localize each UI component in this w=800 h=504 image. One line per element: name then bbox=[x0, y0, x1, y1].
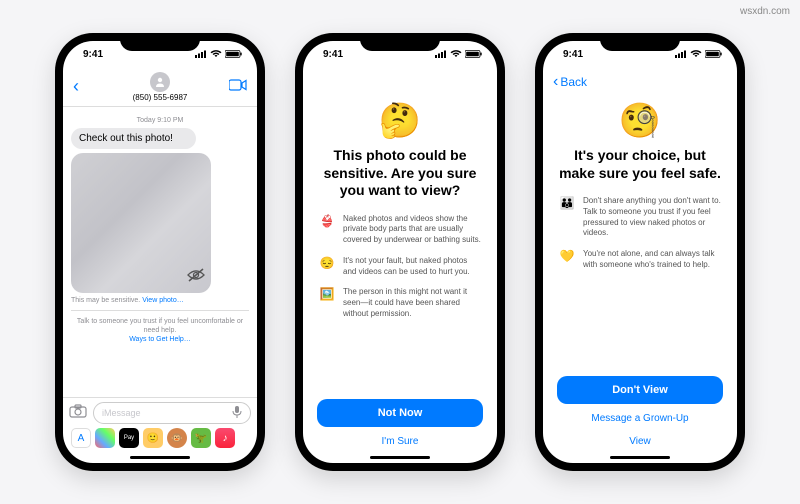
bullet-emoji-icon: 👪 bbox=[559, 196, 575, 239]
status-indicators bbox=[195, 50, 243, 58]
bullet-emoji-icon: 💛 bbox=[559, 249, 575, 271]
battery-icon bbox=[225, 50, 243, 58]
bullet-item: 🖼️ The person in this might not want it … bbox=[319, 287, 481, 319]
bullet-text: The person in this might not want it see… bbox=[343, 287, 481, 319]
cellular-icon bbox=[195, 50, 207, 58]
dock-sticker-2-icon[interactable]: 🦖 bbox=[191, 428, 211, 448]
camera-icon[interactable] bbox=[69, 404, 87, 423]
hero-emoji-icon: 🤔 bbox=[379, 101, 421, 141]
help-link[interactable]: Ways to Get Help… bbox=[129, 336, 191, 343]
blurred-photo[interactable] bbox=[71, 153, 211, 293]
bullet-emoji-icon: 😔 bbox=[319, 256, 335, 278]
bullet-emoji-icon: 👙 bbox=[319, 214, 335, 246]
sheet-body: 🤔 This photo could be sensitive. Are you… bbox=[303, 97, 497, 391]
back-button[interactable]: Back bbox=[560, 75, 587, 89]
phone-warning-1: 9:41 🤔 This photo could be sensitive. Ar… bbox=[295, 33, 505, 471]
sensitive-caption: This may be sensitive. View photo… bbox=[71, 297, 249, 304]
bullet-text: It's not your fault, but naked photos an… bbox=[343, 256, 481, 278]
back-chevron-icon[interactable]: ‹ bbox=[553, 73, 558, 91]
wifi-icon bbox=[690, 50, 702, 58]
dock-app-store-icon[interactable]: A bbox=[71, 428, 91, 448]
home-indicator[interactable] bbox=[370, 456, 430, 459]
bullet-list: 👙 Naked photos and videos show the priva… bbox=[319, 214, 481, 330]
bullet-item: 😔 It's not your fault, but naked photos … bbox=[319, 256, 481, 278]
input-placeholder: iMessage bbox=[102, 408, 141, 418]
sheet-title: It's your choice, but make sure you feel… bbox=[559, 147, 721, 182]
status-indicators bbox=[435, 50, 483, 58]
sheet-nav bbox=[303, 67, 497, 97]
home-indicator[interactable] bbox=[610, 456, 670, 459]
not-now-button[interactable]: Not Now bbox=[317, 399, 483, 427]
im-sure-link[interactable]: I'm Sure bbox=[317, 433, 483, 450]
sheet-nav: ‹ Back bbox=[543, 67, 737, 97]
message-grownup-link[interactable]: Message a Grown-Up bbox=[557, 410, 723, 427]
dock-photos-icon[interactable] bbox=[95, 428, 115, 448]
contact-header[interactable]: (850) 555-6987 bbox=[133, 72, 188, 102]
bullet-item: 👙 Naked photos and videos show the priva… bbox=[319, 214, 481, 246]
bullet-item: 👪 Don't share anything you don't want to… bbox=[559, 196, 721, 239]
watermark: wsxdn.com bbox=[740, 6, 790, 17]
status-time: 9:41 bbox=[323, 49, 343, 60]
compose-bar: iMessage A Pay 🙂 🐵 🦖 ♪ bbox=[63, 397, 257, 454]
footer-buttons: Not Now I'm Sure bbox=[303, 391, 497, 454]
app-dock: A Pay 🙂 🐵 🦖 ♪ bbox=[69, 424, 251, 450]
notch bbox=[360, 33, 440, 51]
sheet-title: This photo could be sensitive. Are you s… bbox=[319, 147, 481, 200]
dock-sticker-1-icon[interactable]: 🐵 bbox=[167, 428, 187, 448]
message-input[interactable]: iMessage bbox=[93, 402, 251, 424]
help-text: Talk to someone you trust if you feel un… bbox=[71, 317, 249, 344]
battery-icon bbox=[705, 50, 723, 58]
notch bbox=[600, 33, 680, 51]
back-icon[interactable]: ‹ bbox=[73, 76, 93, 97]
messages-navbar: ‹ (850) 555-6987 bbox=[63, 67, 257, 107]
cellular-icon bbox=[675, 50, 687, 58]
bullet-text: Don't share anything you don't want to. … bbox=[583, 196, 721, 239]
sheet-body: 🧐 It's your choice, but make sure you fe… bbox=[543, 97, 737, 368]
contact-name: (850) 555-6987 bbox=[133, 93, 188, 102]
screen: 9:41 ‹ (850) 555-6987 Today 9:10 PM Chec… bbox=[63, 41, 257, 463]
status-time: 9:41 bbox=[563, 49, 583, 60]
dont-view-button[interactable]: Don't View bbox=[557, 376, 723, 404]
home-indicator[interactable] bbox=[130, 456, 190, 459]
eye-slash-icon bbox=[187, 268, 205, 287]
status-time: 9:41 bbox=[83, 49, 103, 60]
screen: 9:41 ‹ Back 🧐 It's your choice, but make… bbox=[543, 41, 737, 463]
battery-icon bbox=[465, 50, 483, 58]
wifi-icon bbox=[450, 50, 462, 58]
message-thread[interactable]: Today 9:10 PM Check out this photo! This… bbox=[63, 107, 257, 397]
wifi-icon bbox=[210, 50, 222, 58]
mic-icon[interactable] bbox=[232, 405, 242, 421]
status-indicators bbox=[675, 50, 723, 58]
avatar-icon bbox=[150, 72, 170, 92]
hero-emoji-icon: 🧐 bbox=[619, 101, 661, 141]
notch bbox=[120, 33, 200, 51]
facetime-icon[interactable] bbox=[227, 79, 247, 94]
timestamp: Today 9:10 PM bbox=[71, 117, 249, 124]
dock-apple-pay-icon[interactable]: Pay bbox=[119, 428, 139, 448]
phone-messages: 9:41 ‹ (850) 555-6987 Today 9:10 PM Chec… bbox=[55, 33, 265, 471]
phone-warning-2: 9:41 ‹ Back 🧐 It's your choice, but make… bbox=[535, 33, 745, 471]
dock-memoji-icon[interactable]: 🙂 bbox=[143, 428, 163, 448]
bullet-text: You're not alone, and can always talk wi… bbox=[583, 249, 721, 271]
bullet-item: 💛 You're not alone, and can always talk … bbox=[559, 249, 721, 271]
screen: 9:41 🤔 This photo could be sensitive. Ar… bbox=[303, 41, 497, 463]
cellular-icon bbox=[435, 50, 447, 58]
dock-music-icon[interactable]: ♪ bbox=[215, 428, 235, 448]
bullet-text: Naked photos and videos show the private… bbox=[343, 214, 481, 246]
divider bbox=[71, 310, 249, 311]
bullet-emoji-icon: 🖼️ bbox=[319, 287, 335, 319]
footer-buttons: Don't View Message a Grown-Up View bbox=[543, 368, 737, 454]
message-bubble[interactable]: Check out this photo! bbox=[71, 128, 196, 149]
view-link[interactable]: View bbox=[557, 433, 723, 450]
bullet-list: 👪 Don't share anything you don't want to… bbox=[559, 196, 721, 281]
view-photo-link[interactable]: View photo… bbox=[142, 297, 184, 304]
